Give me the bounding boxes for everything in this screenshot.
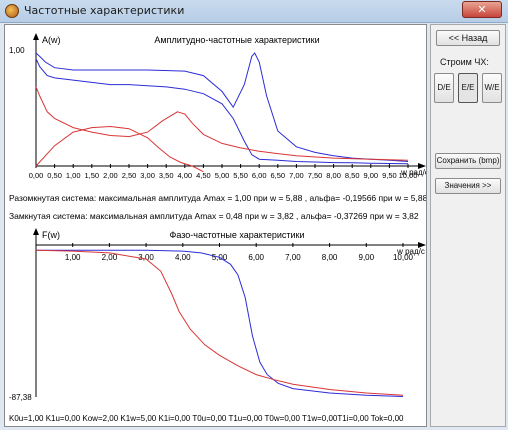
amplitude-chart: A(w) 1,00 Амплитудно-частотные характери… [9,33,426,180]
phase-y-bottom-label: -87,38 [9,393,32,402]
amp-x-tick-label: 2,00 [103,171,118,180]
title-bar: Частотные характеристики ✕ [0,0,508,23]
phase-y-arrow-icon [33,228,39,235]
amp-x-tick-label: 3,50 [159,171,174,180]
phase-x-ticks: 1,00 2,00 3,00 4,00 5,00 6,00 7,00 8,00 9,00 10,0… [65,243,414,262]
phase-x-tick-label: 7,00 [285,253,301,262]
amp-title: Амплитудно-частотные характеристики [154,35,319,45]
legend-open-system: Разомкнутая система: максимальная амплит… [9,193,426,203]
phase-x-tick-label: 3,00 [138,253,154,262]
phase-series-line [35,249,404,396]
amp-series [35,52,409,173]
back-button[interactable]: << Назад [436,30,500,46]
close-button[interactable]: ✕ [462,1,502,18]
phase-series-line [36,249,404,397]
app-icon [5,4,19,18]
phase-x-tick-label: 1,00 [65,253,81,262]
amp-x-tick-label: 6,00 [252,171,267,180]
amp-x-tick-label: 1,00 [66,171,81,180]
amp-series-line [35,52,409,162]
amp-x-tick-label: 9,50 [382,171,397,180]
amp-x-tick-label: 8,00 [326,171,341,180]
phase-x-tick-label: 8,00 [322,253,338,262]
amp-x-tick-label: 5,00 [215,171,230,180]
amp-x-tick-label: 0,50 [47,171,62,180]
side-panel: << Назад Строим ЧХ: D/E E/E W/E Сохранит… [430,24,506,427]
phase-series [35,249,404,397]
amp-x-tick-label: 0,00 [29,171,44,180]
amp-x-tick-label: 2,50 [122,171,137,180]
amp-x-tick-label: 1,50 [84,171,99,180]
phase-x-tick-label: 6,00 [248,253,264,262]
amp-y-top-label: 1,00 [9,46,25,55]
phase-x-tick-label: 4,00 [175,253,191,262]
mode-button-d-e[interactable]: D/E [434,73,454,103]
amp-series-line [35,125,204,173]
amp-x-tick-label: 8,50 [345,171,360,180]
amp-x-tick-label: 6,50 [270,171,285,180]
phase-ylabel: F(w) [42,230,60,240]
amp-x-tick-label: 3,00 [140,171,155,180]
amp-y-arrow-icon [33,33,39,40]
amp-x-tick-label: 4,00 [177,171,192,180]
plot-panel: A(w) 1,00 Амплитудно-частотные характери… [4,24,427,427]
mode-button-w-e[interactable]: W/E [482,73,502,103]
amp-ylabel: A(w) [42,35,61,45]
phase-x-tick-label: 9,00 [359,253,375,262]
amp-x-tick-label: 9,00 [363,171,378,180]
build-label: Строим ЧХ: [440,57,489,67]
amp-x-tick-label: 7,50 [308,171,323,180]
legend-closed-system: Замкнутая система: максимальная амплитуд… [9,211,419,221]
phase-chart: F(w) Фазо-частотные характеристики w рад… [9,228,426,402]
amp-x-tick-label: 4,50 [196,171,211,180]
phase-x-tick-label: 10,00 [393,253,414,262]
values-button[interactable]: Значения >> [435,178,501,194]
amp-series-line [35,58,409,165]
save-bmp-button[interactable]: Сохранить (bmp) [435,153,501,169]
amp-x-tick-label: 5,50 [233,171,248,180]
charts-canvas: A(w) 1,00 Амплитудно-частотные характери… [9,33,426,423]
parameters-line: K0u=1,00 K1u=0,00 Kow=2,00 K1w=5,00 K1i=… [9,414,404,423]
amp-series-line [35,86,409,161]
mode-button-e-e[interactable]: E/E [458,73,478,103]
amp-x-tick-label: 7,00 [289,171,304,180]
window-title: Частотные характеристики [24,4,185,17]
amp-x-tick-label: 10,00 [399,171,418,180]
phase-title: Фазо-частотные характеристики [170,230,305,240]
